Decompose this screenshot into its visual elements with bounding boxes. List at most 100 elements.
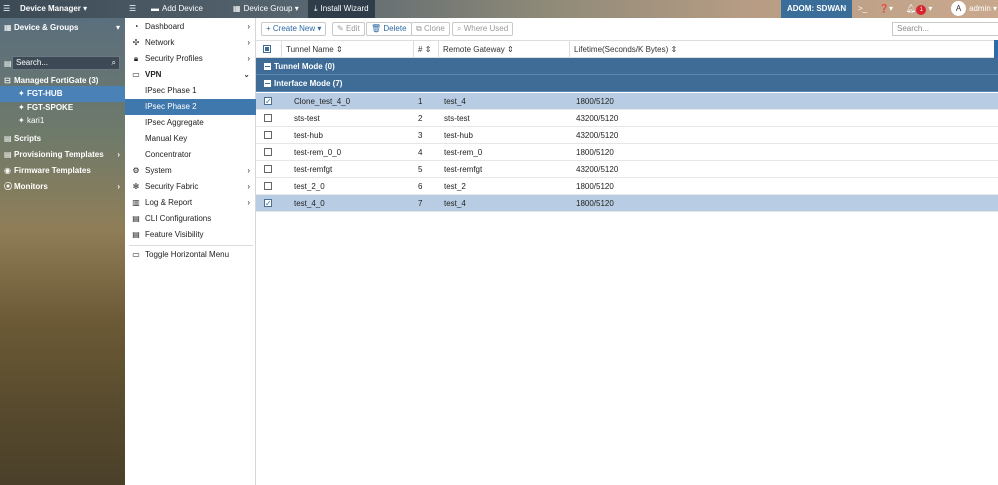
where-used-button[interactable]: ⌕ Where Used <box>452 22 514 36</box>
nav-dashboard[interactable]: ◔ Dashboard › <box>125 19 256 35</box>
nav-vpn[interactable]: ▭ VPN ⌄ <box>125 67 256 83</box>
app-menu-icon[interactable]: ☰ <box>3 0 10 18</box>
nav-security-profiles[interactable]: 🔒︎ Security Profiles › <box>125 51 256 67</box>
notifications-button[interactable]: 🔔︎ 1 ▾ <box>906 0 932 18</box>
sort-icon: ⇕ <box>670 45 678 54</box>
col-lifetime[interactable]: Lifetime(Seconds/K Bytes) ⇕ <box>570 41 994 58</box>
nav-ipsec-aggregate[interactable]: IPsec Aggregate <box>125 115 256 131</box>
device-groups-header[interactable]: ▦ Device & Groups ▾ <box>0 20 125 36</box>
column-settings-tab[interactable] <box>994 40 998 58</box>
firmware-templates-item[interactable]: ◉ Firmware Templates <box>0 163 125 179</box>
col-tunnel-name[interactable]: Tunnel Name ⇕ <box>282 41 414 58</box>
number-cell: 2 <box>418 114 423 123</box>
number-cell: 1 <box>418 97 423 106</box>
monitor-icon: ⦿ <box>4 182 12 191</box>
avatar: A <box>951 1 966 17</box>
tunnel-name-cell: test-rem_0_0 <box>294 148 342 157</box>
select-all-checkbox[interactable] <box>263 45 271 53</box>
nav-security-fabric[interactable]: ✻ Security Fabric › <box>125 179 256 195</box>
scripts-item[interactable]: ▤ Scripts <box>0 131 125 147</box>
lifetime-cell: 1800/5120 <box>576 148 614 157</box>
nav-manual-key[interactable]: Manual Key <box>125 131 256 147</box>
col-remote-gateway[interactable]: Remote Gateway ⇕ <box>439 41 570 58</box>
table-row[interactable]: test-rem_0_0 4 test-rem_0 1800/5120 <box>256 144 998 161</box>
nav-network[interactable]: ✣ Network › <box>125 35 256 51</box>
table-row[interactable]: Clone_test_4_0 1 test_4 1800/5120 <box>256 93 998 110</box>
chevron-right-icon: › <box>117 150 120 159</box>
divider <box>129 245 253 246</box>
row-checkbox[interactable] <box>264 131 272 139</box>
edit-button[interactable]: ✎ Edit <box>332 22 365 36</box>
row-checkbox[interactable] <box>264 182 272 190</box>
nav-log-report[interactable]: ▥ Log & Report › <box>125 195 256 211</box>
table-row[interactable]: sts-test 2 sts-test 43200/5120 <box>256 110 998 127</box>
group-interface-mode[interactable]: Interface Mode (7) <box>256 75 998 92</box>
collapse-icon <box>264 63 271 71</box>
row-checkbox[interactable] <box>264 114 272 122</box>
nav-concentrator[interactable]: Concentrator <box>125 147 256 163</box>
caret-down-icon: ▾ <box>83 4 88 13</box>
lock-icon: 🔒︎ <box>133 54 139 63</box>
remote-gateway-cell: test-hub <box>444 131 473 140</box>
device-icon: ✦ <box>18 89 25 98</box>
user-menu[interactable]: Aadmin ▾ <box>951 0 997 18</box>
config-nav-menu: ◔ Dashboard › ✣ Network › 🔒︎ Security Profile… <box>125 18 256 485</box>
table-header: Tunnel Name ⇕ # ⇕ Remote Gateway ⇕ Lifet… <box>256 40 998 58</box>
sort-icon: ⇕ <box>507 45 514 54</box>
grid-icon: ▦ <box>4 23 12 32</box>
table-row[interactable]: test-remfgt 5 test-remfgt 43200/5120 <box>256 161 998 178</box>
monitors-item[interactable]: ⦿ Monitors › <box>0 179 125 195</box>
device-group-button[interactable]: ▦ Device Group ▾ <box>233 0 299 18</box>
add-device-button[interactable]: ▬ Add Device <box>151 0 203 18</box>
group-tunnel-mode[interactable]: Tunnel Mode (0) <box>256 58 998 75</box>
sort-icon: ⇕ <box>424 45 432 54</box>
vpn-icon: ▭ <box>132 70 140 79</box>
delete-button[interactable]: 🗑︎ Delete <box>366 22 412 36</box>
clone-button[interactable]: ⧉ Clone <box>411 22 450 36</box>
tunnel-name-cell: sts-test <box>294 114 320 123</box>
list-icon[interactable] <box>0 54 12 70</box>
row-checkbox[interactable] <box>264 93 272 110</box>
chevron-down-icon: ⌄ <box>243 70 250 79</box>
nav-ipsec-phase2[interactable]: IPsec Phase 2 <box>125 99 256 115</box>
provisioning-templates-item[interactable]: ▤ Provisioning Templates › <box>0 147 125 163</box>
cli-icon: ▤ <box>132 214 140 223</box>
number-cell: 3 <box>418 131 423 140</box>
install-wizard-button[interactable]: ⤓ Install Wizard <box>308 0 375 18</box>
nav-cli-configurations[interactable]: ▤ CLI Configurations <box>125 211 256 227</box>
nav-ipsec-phase1[interactable]: IPsec Phase 1 <box>125 83 256 99</box>
app-title-dropdown[interactable]: Device Manager ▾ <box>20 0 87 18</box>
cli-console-icon[interactable]: >_ <box>858 0 867 18</box>
adom-selector[interactable]: ADOM: SDWAN <box>781 0 853 18</box>
nav-toggle-horizontal-menu[interactable]: ▭ Toggle Horizontal Menu <box>125 247 256 263</box>
chevron-right-icon: › <box>247 22 250 31</box>
remote-gateway-cell: sts-test <box>444 114 470 123</box>
chevron-right-icon: › <box>247 182 250 191</box>
table-search-input[interactable]: Search... <box>892 22 998 36</box>
chevron-right-icon: › <box>117 182 120 191</box>
lifetime-cell: 1800/5120 <box>576 199 614 208</box>
lifetime-cell: 43200/5120 <box>576 131 619 140</box>
help-icon[interactable]: ❓▾ <box>879 0 893 18</box>
row-checkbox[interactable] <box>264 195 272 212</box>
col-number[interactable]: # ⇕ <box>414 41 439 58</box>
table-row[interactable]: test-hub 3 test-hub 43200/5120 <box>256 127 998 144</box>
table-row[interactable]: test_4_0 7 test_4 1800/5120 <box>256 195 998 212</box>
row-checkbox[interactable] <box>264 148 272 156</box>
tree-device-kari1[interactable]: ✦ kari1 <box>0 113 125 129</box>
top-bar: ☰ Device Manager ▾ ☰ ▬ Add Device ▦ Device… <box>0 0 998 18</box>
plus-icon: + <box>266 24 271 33</box>
hamburger-icon[interactable]: ☰ <box>129 0 136 18</box>
lifetime-cell: 1800/5120 <box>576 182 614 191</box>
nav-feature-visibility[interactable]: ▤ Feature Visibility <box>125 227 256 243</box>
lifetime-cell: 43200/5120 <box>576 165 619 174</box>
search-icon: ⌕ <box>457 24 462 33</box>
remote-gateway-cell: test-rem_0 <box>444 148 483 157</box>
nav-system[interactable]: ⚙ System › <box>125 163 256 179</box>
row-checkbox[interactable] <box>264 165 272 173</box>
firmware-icon: ◉ <box>4 166 11 175</box>
table-row[interactable]: test_2_0 6 test_2 1800/5120 <box>256 178 998 195</box>
install-icon: ⤓ <box>314 4 318 13</box>
select-all-cell[interactable] <box>256 41 282 58</box>
create-new-button[interactable]: + Create New ▾ <box>261 22 327 36</box>
